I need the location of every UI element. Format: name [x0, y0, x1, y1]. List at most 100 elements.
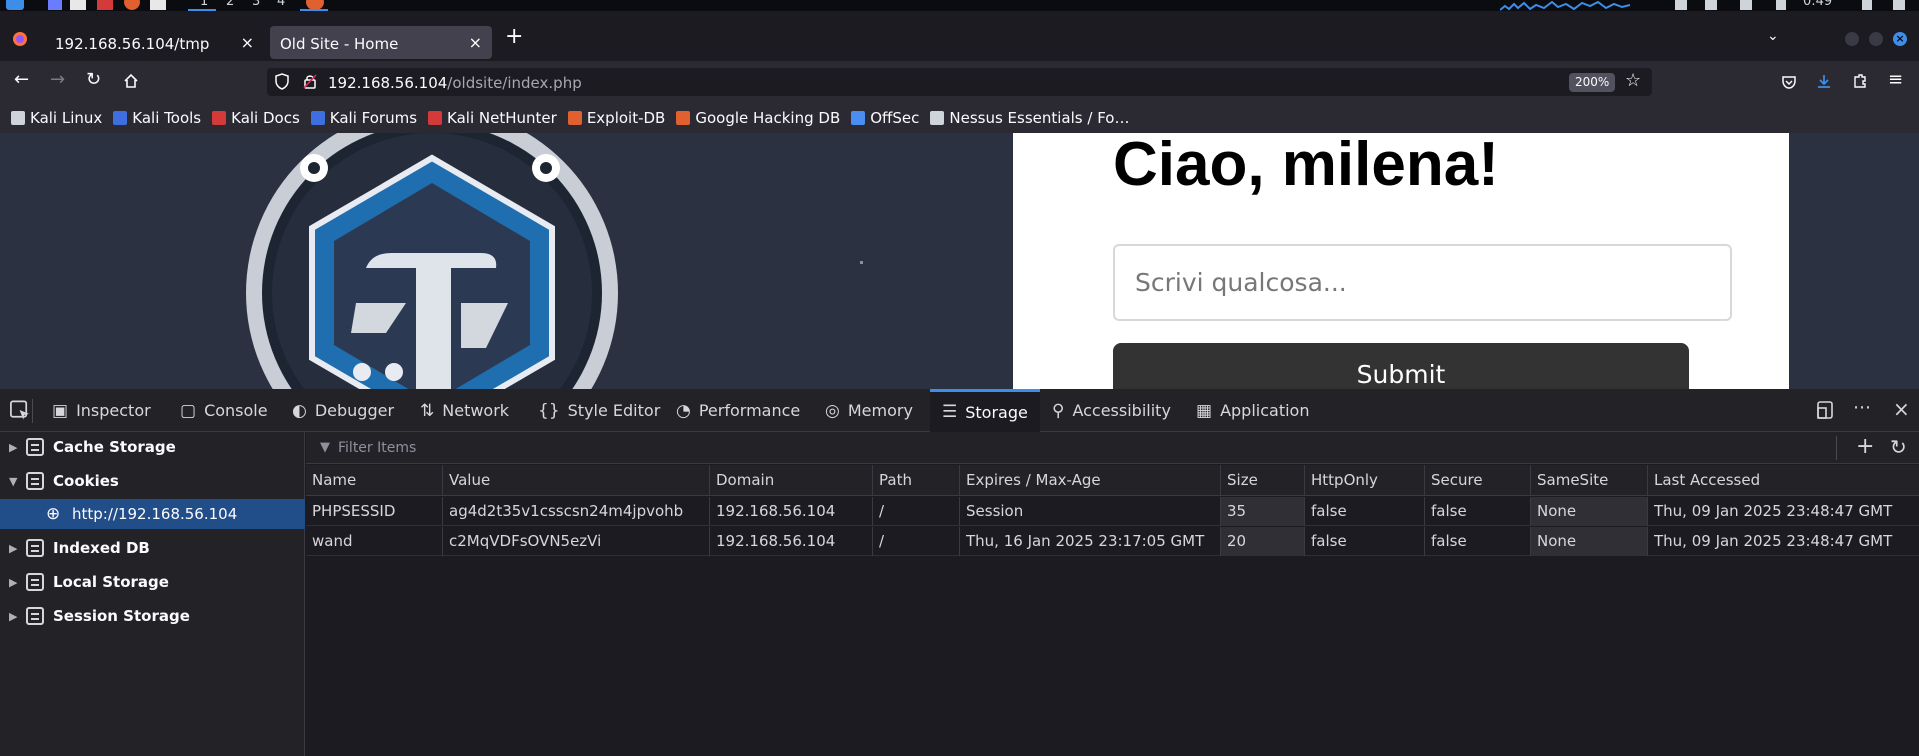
extensions-icon[interactable]: [1852, 73, 1868, 89]
clock[interactable]: 0:49: [1803, 0, 1832, 9]
tab-close-icon[interactable]: ×: [469, 33, 482, 52]
devtools-tab-debugger[interactable]: ◐ Debugger: [292, 389, 394, 432]
navigation-toolbar: ← → ↻ 192.168.56.104/oldsite/index.php 2…: [0, 61, 1919, 103]
bookmark-item[interactable]: Kali NetHunter: [428, 109, 557, 127]
maximize-window-button[interactable]: [1869, 32, 1883, 46]
insecure-lock-icon[interactable]: [303, 74, 317, 89]
firefox-launcher-icon[interactable]: [124, 0, 140, 10]
system-tray-icon[interactable]: [1675, 0, 1687, 10]
firefox-menu-icon[interactable]: [12, 31, 28, 47]
column-header-name[interactable]: Name: [306, 465, 442, 496]
bookmark-item[interactable]: Nessus Essentials / Fo…: [930, 109, 1129, 127]
bookmark-item[interactable]: Kali Forums: [310, 109, 417, 127]
table-row[interactable]: wand c2MqVDFsOVN5ezVi 192.168.56.104/Thu, …: [306, 527, 1919, 556]
downloads-icon[interactable]: [1816, 73, 1832, 89]
devtools-tab-memory[interactable]: ◎ Memory: [825, 389, 913, 432]
memory-icon: ◎: [825, 400, 840, 421]
devtools-tab-style-editor[interactable]: {} Style Editor: [538, 389, 660, 432]
column-header-httponly[interactable]: HttpOnly: [1304, 465, 1424, 496]
workspace-3[interactable]: 3: [252, 0, 260, 9]
terminal-icon[interactable]: [97, 0, 113, 10]
devtools-tab-storage[interactable]: ☰ Storage: [930, 389, 1040, 432]
bookmark-star-icon[interactable]: ☆: [1625, 70, 1641, 91]
column-header-expires-max-age[interactable]: Expires / Max-Age: [959, 465, 1220, 496]
lock-screen-icon[interactable]: [1862, 0, 1872, 10]
element-picker-icon[interactable]: [9, 399, 33, 423]
collapsed-twisty-icon[interactable]: ▶: [9, 441, 17, 454]
bookmark-favicon-icon: [11, 111, 25, 125]
kali-menu-icon[interactable]: [6, 0, 24, 10]
home-icon[interactable]: [123, 73, 139, 89]
bookmark-item[interactable]: Kali Linux: [11, 109, 102, 127]
table-row[interactable]: PHPSESSID ag4d2t35v1csscsn24m4jpvohb 192.1…: [306, 497, 1919, 526]
close-window-button[interactable]: ×: [1893, 32, 1907, 46]
notifications-icon[interactable]: [1740, 0, 1752, 10]
sidebar-item-indexed-db[interactable]: ▶ Indexed DB: [0, 533, 305, 563]
devtools-tab-accessibility[interactable]: ⚲ Accessibility: [1052, 389, 1171, 432]
minimize-window-button[interactable]: [1845, 32, 1859, 46]
site-logo: [246, 133, 618, 389]
collapsed-twisty-icon[interactable]: ▶: [9, 610, 17, 623]
tab-tmp[interactable]: 192.168.56.104/tmp ×: [41, 26, 264, 59]
bookmark-item[interactable]: Exploit-DB: [567, 109, 665, 127]
collapsed-twisty-icon[interactable]: ▶: [9, 576, 17, 589]
devtools-tab-application[interactable]: ▦ Application: [1196, 389, 1309, 432]
column-header-path[interactable]: Path: [872, 465, 959, 496]
workspace-2[interactable]: 2: [226, 0, 234, 9]
back-arrow-icon[interactable]: ←: [14, 69, 29, 90]
sidebar-item-local-storage[interactable]: ▶ Local Storage: [0, 567, 305, 597]
new-tab-button[interactable]: +: [505, 24, 523, 49]
bookmark-item[interactable]: Kali Tools: [113, 109, 201, 127]
add-item-plus-icon[interactable]: +: [1856, 434, 1874, 459]
devtools-tab-console[interactable]: ▢ Console: [180, 389, 268, 432]
refresh-items-icon[interactable]: ↻: [1890, 435, 1907, 459]
url-text[interactable]: 192.168.56.104/oldsite/index.php: [328, 74, 582, 92]
more-options-icon[interactable]: ⋯: [1853, 397, 1871, 418]
column-header-last-accessed[interactable]: Last Accessed: [1647, 465, 1919, 496]
close-devtools-icon[interactable]: ×: [1893, 397, 1910, 421]
volume-icon[interactable]: [1705, 0, 1717, 10]
filter-items-input[interactable]: [338, 438, 1138, 458]
list-all-tabs-chevron-icon[interactable]: ⌄: [1767, 28, 1779, 44]
devtools-tab-inspector[interactable]: ▣ Inspector: [52, 389, 151, 432]
bookmark-item[interactable]: Google Hacking DB: [676, 109, 840, 127]
workspace-1[interactable]: 1: [200, 0, 208, 9]
filter-separator: [1836, 436, 1837, 460]
submit-button[interactable]: Submit: [1113, 343, 1689, 389]
forward-arrow-icon[interactable]: →: [50, 69, 65, 90]
sidebar-item-cache-storage[interactable]: ▶ Cache Storage: [0, 432, 305, 462]
devtools-tab-label: Storage: [965, 402, 1028, 422]
files-icon[interactable]: [70, 0, 86, 10]
bookmark-item[interactable]: OffSec: [851, 109, 919, 127]
column-header-size[interactable]: Size: [1220, 465, 1304, 496]
power-icon[interactable]: [1893, 0, 1905, 10]
bookmark-label: Kali Linux: [30, 109, 103, 127]
table-cell-expires-max-age: Session: [959, 497, 1220, 526]
active-window-indicator: [300, 9, 328, 11]
collapsed-twisty-icon[interactable]: ▶: [9, 542, 17, 555]
reload-icon[interactable]: ↻: [86, 69, 101, 90]
hamburger-menu-icon[interactable]: ≡: [1888, 69, 1903, 90]
devtools-tab-performance[interactable]: ◔ Performance: [676, 389, 800, 432]
zoom-level-badge[interactable]: 200%: [1569, 73, 1616, 92]
tab-close-icon[interactable]: ×: [241, 33, 254, 52]
column-header-samesite[interactable]: SameSite: [1530, 465, 1647, 496]
sidebar-item-session-storage[interactable]: ▶ Session Storage: [0, 601, 305, 631]
devtools-tab-network[interactable]: ⇅ Network: [420, 389, 509, 432]
workspace-4[interactable]: 4: [277, 0, 285, 9]
expanded-twisty-icon[interactable]: ▼: [9, 475, 17, 488]
column-header-value[interactable]: Value: [442, 465, 709, 496]
sidebar-item-cookie-host[interactable]: ⊕ http://192.168.56.104: [0, 499, 305, 529]
message-input[interactable]: [1113, 244, 1732, 321]
sidebar-item-cookies[interactable]: ▼ Cookies: [0, 466, 305, 496]
tracking-protection-shield-icon[interactable]: [275, 73, 289, 90]
column-header-secure[interactable]: Secure: [1424, 465, 1530, 496]
responsive-design-mode-icon[interactable]: [1815, 400, 1835, 420]
pocket-icon[interactable]: [1781, 74, 1797, 90]
app-launcher-icon[interactable]: [48, 0, 62, 10]
tab-old-site-home[interactable]: Old Site - Home ×: [270, 26, 492, 59]
bookmark-item[interactable]: Kali Docs: [212, 109, 300, 127]
editor-icon[interactable]: [150, 0, 166, 10]
column-header-domain[interactable]: Domain: [709, 465, 872, 496]
url-bar[interactable]: 192.168.56.104/oldsite/index.php 200% ☆: [267, 68, 1652, 96]
